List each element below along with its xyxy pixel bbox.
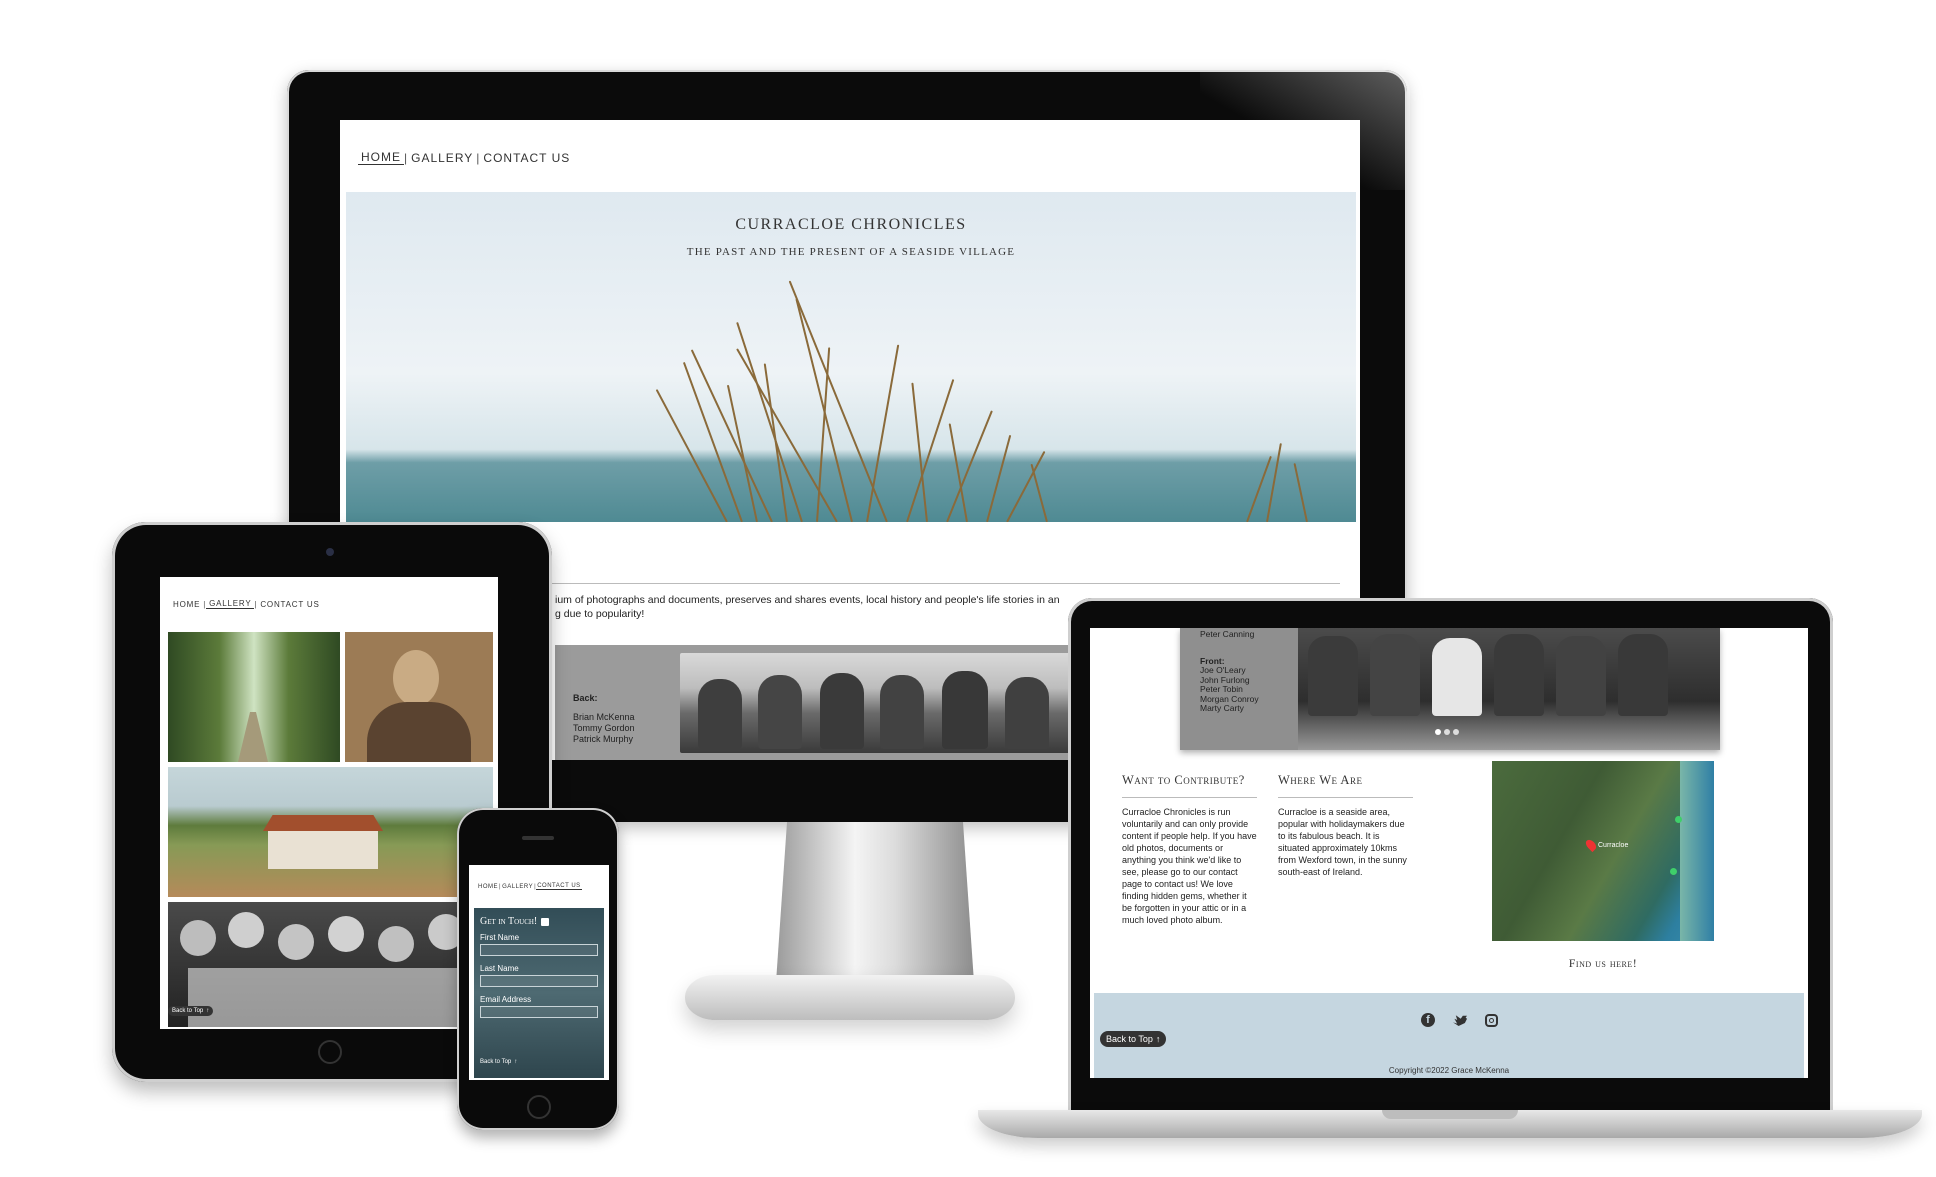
- grass-blade: [736, 321, 803, 522]
- caption-name: Tommy Gordon: [573, 723, 635, 733]
- tablet-screen: HOME | GALLERY | CONTACT US Back to Top …: [160, 577, 498, 1029]
- phone-home-button: [527, 1095, 551, 1119]
- back-to-top-label: Back to Top: [1106, 1034, 1153, 1044]
- laptop-photo-caption: Peter Canning Front: Joe O'Leary John Fu…: [1200, 629, 1259, 714]
- tablet-camera: [326, 548, 334, 556]
- monitor-stand-base: [685, 975, 1015, 1020]
- form-title: Get in Touch!: [480, 916, 598, 927]
- caption-name: Peter Canning: [1200, 629, 1255, 639]
- gallery-photo-portrait[interactable]: [345, 632, 493, 762]
- instagram-icon[interactable]: [1485, 1013, 1498, 1027]
- arrow-up-icon: ↑: [1155, 1034, 1161, 1044]
- grass-blade: [1266, 443, 1282, 522]
- carousel-dot[interactable]: [1444, 729, 1450, 735]
- site-title: CURRACLOE CHRONICLES: [735, 216, 967, 233]
- map-marker-icon: [1675, 816, 1682, 823]
- grass-blade: [1030, 463, 1048, 522]
- caption-name: Marty Carty: [1200, 703, 1244, 713]
- laptop-screen: Peter Canning Front: Joe O'Leary John Fu…: [1090, 628, 1808, 1078]
- section-divider: [540, 583, 1340, 584]
- grass-blade: [986, 434, 1012, 522]
- laptop-notch: [1382, 1110, 1518, 1119]
- first-name-input[interactable]: [480, 944, 598, 956]
- where-section: Where We Are Curracloe is a seaside area…: [1278, 773, 1413, 878]
- back-to-top-label: Back to Top: [172, 1008, 204, 1014]
- caption-name: Patrick Murphy: [573, 734, 634, 744]
- last-name-input[interactable]: [480, 975, 598, 987]
- back-to-top-button[interactable]: Back to Top ↑: [168, 1006, 214, 1016]
- nav-gallery[interactable]: GALLERY: [501, 884, 534, 890]
- last-name-label: Last Name: [480, 964, 519, 973]
- grass-blade: [866, 344, 900, 522]
- laptop-team-photo: Peter Canning Front: Joe O'Leary John Fu…: [1180, 628, 1720, 750]
- social-links: f: [1421, 1013, 1498, 1027]
- grass-blade: [795, 298, 853, 522]
- monitor-stand-neck: [775, 822, 975, 997]
- hero-image: CURRACLOE CHRONICLES THE PAST AND THE PR…: [346, 192, 1356, 522]
- phone-speaker: [522, 836, 554, 840]
- nav-home[interactable]: HOME: [477, 884, 499, 890]
- nav-home[interactable]: HOME: [358, 150, 404, 165]
- team-photo: [680, 653, 1080, 753]
- phone-screen: HOME | GALLERY | CONTACT US Get in Touch…: [469, 865, 609, 1080]
- team-photo: [1298, 628, 1720, 750]
- nav-contact[interactable]: CONTACT US: [257, 600, 322, 609]
- carousel-dot[interactable]: [1435, 729, 1441, 735]
- grass-blade: [1006, 450, 1046, 522]
- back-to-top-label: Back to Top: [480, 1059, 512, 1065]
- first-name-label: First Name: [480, 933, 520, 942]
- facebook-icon[interactable]: f: [1421, 1013, 1435, 1027]
- location-map[interactable]: Curracloe: [1492, 761, 1714, 941]
- carousel-dot[interactable]: [1453, 729, 1459, 735]
- form-title-text: Get in Touch!: [480, 916, 538, 927]
- desktop-nav: HOME | GALLERY | CONTACT US: [358, 150, 573, 165]
- grass-blade: [788, 280, 888, 522]
- tablet-nav: HOME | GALLERY | CONTACT US: [170, 599, 323, 609]
- nav-contact[interactable]: CONTACT US: [480, 151, 573, 165]
- contribute-section: Want to Contribute? Curracloe Chronicles…: [1122, 773, 1257, 926]
- contribute-text: Curracloe Chronicles is run voluntarily …: [1122, 807, 1257, 925]
- map-marker-icon: [1670, 868, 1677, 875]
- grass-blade: [1293, 463, 1308, 522]
- gallery-photo-forest[interactable]: [168, 632, 340, 762]
- where-text: Curracloe is a seaside area, popular wit…: [1278, 807, 1407, 877]
- carousel-indicators: [1435, 729, 1459, 735]
- contribute-heading: Want to Contribute?: [1122, 773, 1257, 798]
- gallery-photo-children[interactable]: [168, 902, 493, 1027]
- email-input[interactable]: [480, 1006, 598, 1018]
- grass-blade: [726, 384, 758, 522]
- caption-back-heading: Back:: [573, 693, 598, 703]
- find-us-label: Find us here!: [1568, 956, 1638, 970]
- nav-home[interactable]: HOME: [170, 600, 203, 609]
- nav-gallery[interactable]: GALLERY: [408, 151, 476, 165]
- arrow-up-icon: ↑: [514, 1059, 518, 1065]
- phone-nav: HOME | GALLERY | CONTACT US: [477, 883, 582, 890]
- tablet-home-button: [318, 1040, 342, 1064]
- back-to-top-button[interactable]: Back to Top ↑: [1100, 1031, 1167, 1047]
- nav-contact[interactable]: CONTACT US: [536, 883, 582, 890]
- email-label: Email Address: [480, 995, 532, 1004]
- back-to-top-button[interactable]: Back to Top ↑: [477, 1058, 520, 1066]
- gallery-photo-building[interactable]: [168, 767, 493, 897]
- grass-blade: [946, 410, 993, 522]
- twitter-icon[interactable]: [1453, 1015, 1467, 1026]
- copyright-text: Copyright ©2022 Grace McKenna: [1388, 1066, 1510, 1075]
- map-label-curracloe: Curracloe: [1598, 842, 1629, 849]
- nav-gallery[interactable]: GALLERY: [206, 599, 255, 609]
- contact-form: Get in Touch! First Name Last Name Email…: [474, 908, 604, 1078]
- photo-caption: Back: Brian McKenna Tommy Gordon Patrick…: [573, 693, 635, 745]
- where-heading: Where We Are: [1278, 773, 1413, 798]
- site-footer: f Back to Top ↑ Copyright ©2022 Grace Mc…: [1094, 993, 1804, 1078]
- map-pin-icon: [1583, 837, 1599, 853]
- arrow-up-icon: ↑: [206, 1008, 210, 1014]
- caption-name: Brian McKenna: [573, 712, 635, 722]
- site-subtitle: THE PAST AND THE PRESENT OF A SEASIDE VI…: [686, 246, 1016, 258]
- contact-card-icon: [541, 917, 550, 926]
